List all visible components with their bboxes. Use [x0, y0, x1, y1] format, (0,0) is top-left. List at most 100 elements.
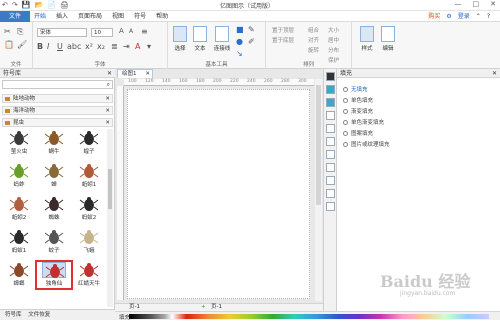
add-page-button[interactable]: + [201, 304, 206, 311]
menu-file[interactable]: 文件 [0, 11, 30, 22]
document-tab[interactable]: 绘图1 ✕ [117, 69, 153, 78]
send-to-back-button[interactable]: 置于底层 [272, 36, 294, 44]
grow-font-icon[interactable]: A [119, 27, 124, 35]
pencil-tool-icon[interactable]: ✐ [248, 37, 255, 46]
new-icon[interactable]: 📄 [47, 1, 56, 10]
symbol-item[interactable]: 蜘蛛 [37, 196, 71, 222]
copy-icon[interactable]: ⎘ [17, 27, 23, 37]
symbol-item[interactable]: 蝗子 [72, 130, 106, 156]
rectangle-tool-icon[interactable]: ■ [236, 25, 244, 34]
symbol-item[interactable]: 萤火虫 [2, 130, 36, 156]
pen-tool-icon[interactable]: ✎ [248, 25, 255, 34]
maximize-button[interactable]: □ [473, 0, 480, 8]
fill-option-solid[interactable]: 单色填充 [343, 96, 373, 104]
symbol-item[interactable]: 蚂蚱 [2, 163, 36, 189]
select-tool-button[interactable]: 选择 [171, 26, 189, 52]
bring-to-front-button[interactable]: 置于顶层 [272, 26, 294, 34]
font-color-icon[interactable]: A [135, 42, 140, 51]
undo-icon[interactable]: ↶ [2, 1, 8, 10]
connector-tool-button[interactable]: 连接线 [211, 26, 233, 52]
list-icon[interactable]: ≡ [141, 27, 148, 36]
rotate-button[interactable]: 旋转 [308, 46, 319, 54]
fill-option-gradient[interactable]: 渐变填充 [343, 107, 373, 115]
distribute-button[interactable]: 分布 [328, 46, 339, 54]
close-panel-icon[interactable]: ✕ [107, 69, 112, 78]
page-icon[interactable] [326, 150, 335, 159]
minimize-button[interactable]: — [455, 0, 462, 8]
hyperlink-icon[interactable] [326, 176, 335, 185]
bold-icon[interactable]: B [37, 42, 43, 51]
shrink-font-icon[interactable]: A [129, 28, 133, 35]
size-button[interactable]: 大小 [328, 26, 339, 34]
close-tab-icon[interactable]: ✕ [145, 70, 150, 78]
strikethrough-icon[interactable]: abc [67, 42, 81, 51]
fill-option-single-gradient[interactable]: 单色渐变填充 [343, 118, 384, 126]
superscript-icon[interactable]: x² [85, 42, 93, 51]
attachment-icon[interactable] [326, 189, 335, 198]
symbol-item[interactable]: 蝉 [37, 163, 71, 189]
center-button[interactable]: 居中 [328, 36, 339, 44]
symbol-item[interactable]: 蚂蚁1 [2, 229, 36, 255]
symbol-item[interactable]: 蚯蚓1 [72, 163, 106, 189]
note-icon[interactable] [326, 202, 335, 211]
font-name-select[interactable]: 宋体 [37, 28, 87, 37]
redo-icon[interactable]: ↷ [12, 1, 18, 10]
symbol-search-input[interactable]: ⌕ [2, 80, 113, 89]
category-insects[interactable]: 昆虫 ✕ [2, 118, 113, 127]
help-icon[interactable]: ? [487, 11, 490, 22]
cut-icon[interactable]: ✂ [4, 27, 11, 36]
buy-link[interactable]: 购买 [428, 11, 440, 22]
fill-option-picture[interactable]: 图片或纹理填充 [343, 140, 390, 148]
fill-option-none[interactable]: 无填充 [343, 85, 368, 93]
close-category-icon[interactable]: ✕ [105, 95, 110, 103]
underline-icon[interactable]: U [57, 42, 63, 51]
login-link[interactable]: 登录 [458, 11, 470, 22]
collapse-ribbon-icon[interactable]: ⌃ [476, 11, 481, 22]
line-style-icon[interactable] [326, 85, 335, 94]
save-icon[interactable]: 💾 [22, 1, 31, 10]
symbol-item[interactable]: 独角仙 [35, 260, 73, 290]
symbol-item[interactable]: 蜗牛 [37, 130, 71, 156]
drawing-page[interactable] [127, 89, 310, 299]
grid-icon[interactable] [326, 163, 335, 172]
align-button[interactable]: 对齐 [308, 36, 319, 44]
category-sea-animals[interactable]: 海洋动物 ✕ [2, 106, 113, 115]
symbol-item[interactable]: 红蜻天牛 [72, 262, 106, 288]
layers-icon[interactable] [326, 124, 335, 133]
symbol-item[interactable]: 蚯蚓2 [2, 196, 36, 222]
symbol-scrollbar[interactable] [107, 129, 113, 307]
ellipse-tool-icon[interactable]: ● [236, 37, 243, 46]
page-tab-current[interactable]: 页-1 [211, 304, 222, 311]
line-tool-icon[interactable]: ↘ [236, 49, 243, 58]
color-swatches[interactable] [129, 314, 489, 319]
format-painter-icon[interactable]: 🖌 [17, 40, 27, 49]
symbol-item[interactable]: 蚊子 [37, 229, 71, 255]
close-button[interactable]: ✕ [490, 0, 496, 8]
fill-tool-icon[interactable] [326, 72, 335, 81]
category-land-animals[interactable]: 陆地动物 ✕ [2, 94, 113, 103]
fill-option-pattern[interactable]: 图案填充 [343, 129, 373, 137]
text-tool-button[interactable]: 文本 [191, 26, 209, 52]
highlight-icon[interactable]: ▾ [147, 42, 151, 51]
settings-icon[interactable]: ⚙ [446, 11, 451, 22]
italic-icon[interactable]: I [47, 42, 49, 51]
font-size-select[interactable]: 10 [91, 28, 113, 37]
edit-button[interactable]: 编辑 [379, 26, 397, 52]
tab-symbol-library[interactable]: 符号库 [5, 312, 22, 318]
symbol-item[interactable]: 蚂蚁2 [72, 196, 106, 222]
paste-icon[interactable]: 📋 [4, 40, 14, 49]
canvas-scrollbar[interactable] [315, 79, 322, 301]
open-icon[interactable]: 📂 [34, 1, 43, 10]
data-icon[interactable] [326, 137, 335, 146]
page-tab-left[interactable]: 页-1 [129, 304, 140, 311]
group-button[interactable]: 组合 [308, 26, 319, 34]
align-icon[interactable]: ≣ [111, 42, 118, 51]
style-button[interactable]: 样式 [358, 26, 376, 52]
search-icon[interactable]: ⌕ [107, 81, 110, 89]
subscript-icon[interactable]: x₂ [97, 42, 105, 51]
close-category-icon[interactable]: ✕ [105, 107, 110, 115]
symbol-item[interactable]: 蟑螂 [2, 262, 36, 288]
tab-file-recovery[interactable]: 文件恢复 [28, 312, 50, 318]
symbol-item[interactable]: 飞蛾 [72, 229, 106, 255]
image-icon[interactable] [326, 111, 335, 120]
